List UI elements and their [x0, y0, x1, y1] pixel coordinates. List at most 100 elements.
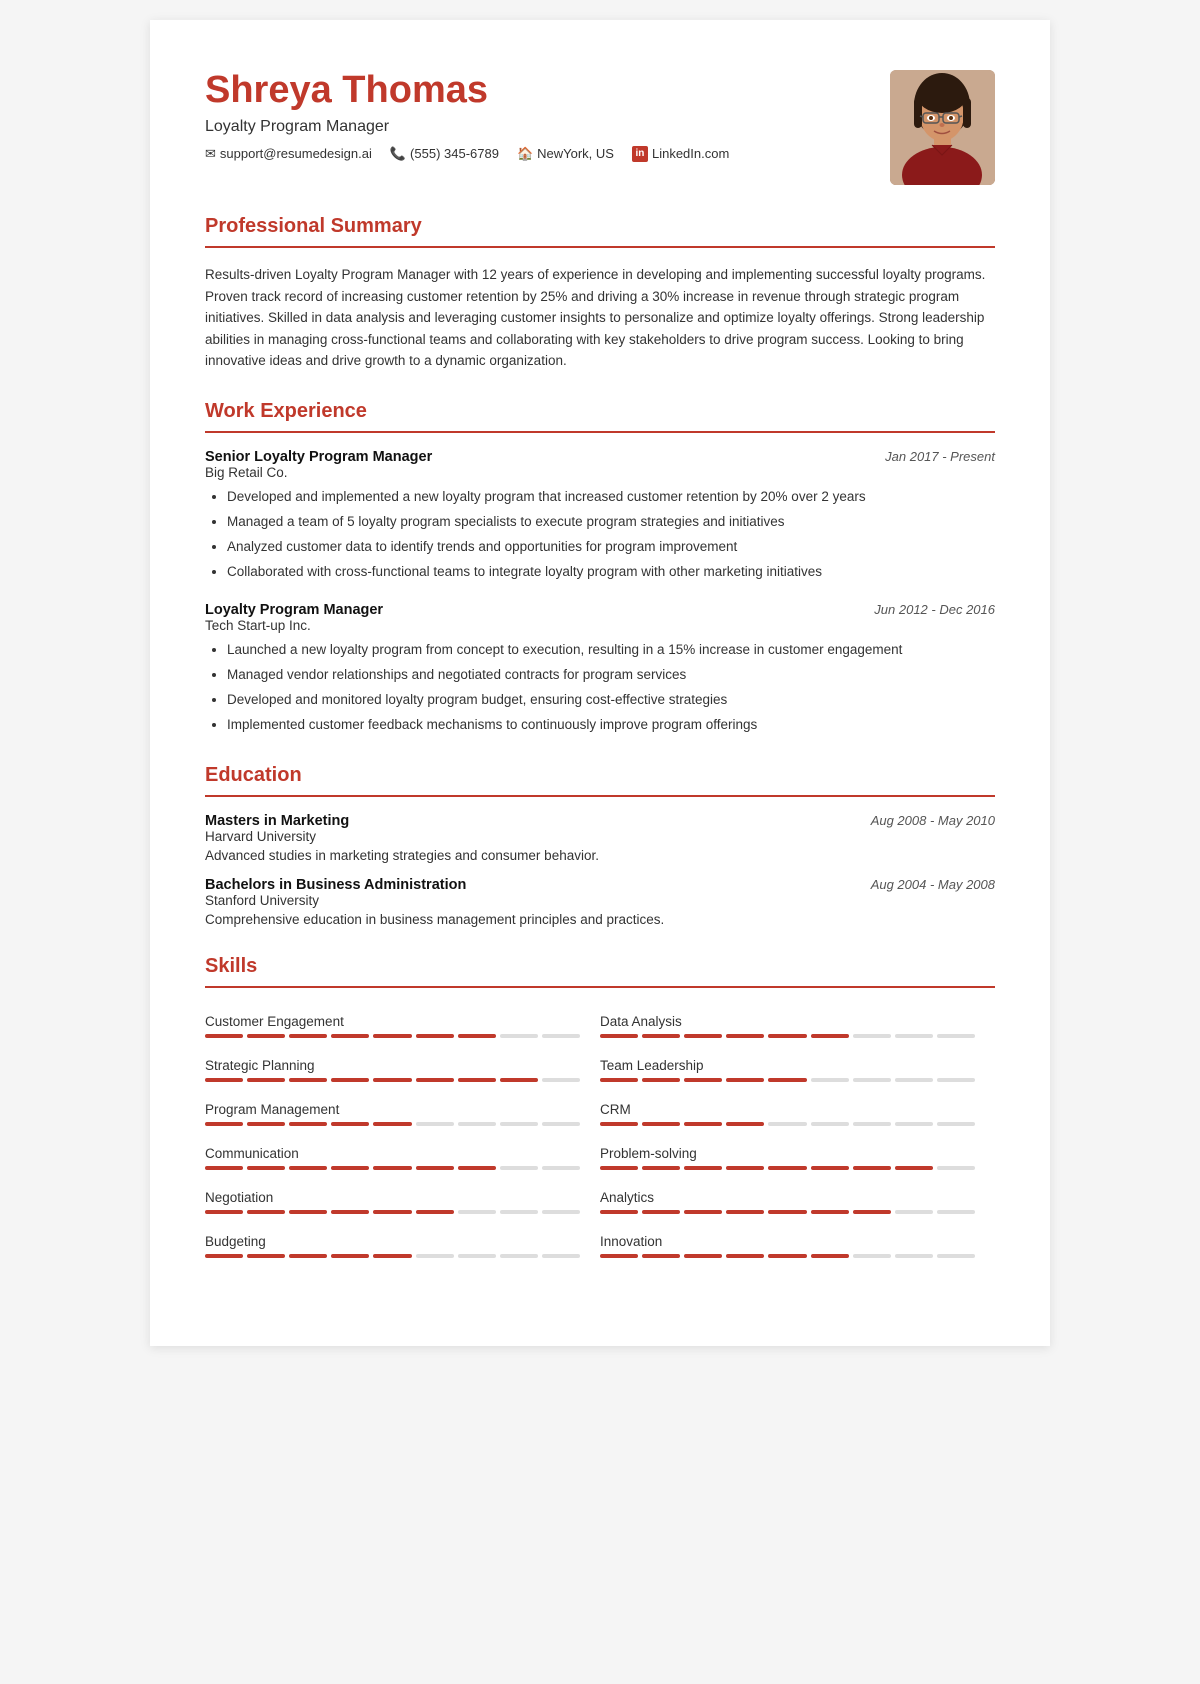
skill-bar-filled: [500, 1078, 538, 1082]
skill-bar: [600, 1034, 975, 1038]
skill-bar-filled: [289, 1078, 327, 1082]
skill-bar-filled: [331, 1078, 369, 1082]
skills-grid: Customer Engagement Strategic Planning Pro…: [205, 1004, 995, 1268]
skill-bar-filled: [289, 1034, 327, 1038]
skill-bar-empty: [853, 1034, 891, 1038]
skill-bar-empty: [458, 1122, 496, 1126]
skill-item: Communication: [205, 1136, 600, 1180]
skill-bar-filled: [373, 1166, 411, 1170]
skill-bar-filled: [458, 1034, 496, 1038]
skill-bar-empty: [937, 1034, 975, 1038]
skill-bar-filled: [373, 1078, 411, 1082]
experience-title: Work Experience: [205, 400, 995, 423]
skill-name: Communication: [205, 1146, 580, 1161]
job-bullet: Developed and implemented a new loyalty …: [227, 486, 995, 509]
edu-header: Bachelors in Business AdministrationAug …: [205, 877, 995, 893]
skill-bar-filled: [642, 1210, 680, 1214]
skill-bar-empty: [937, 1166, 975, 1170]
skill-item: Problem-solving: [600, 1136, 995, 1180]
skill-bar-filled: [373, 1034, 411, 1038]
job-date: Jan 2017 - Present: [885, 449, 995, 464]
skill-bar-filled: [331, 1210, 369, 1214]
skill-bar-filled: [458, 1078, 496, 1082]
job-bullet: Managed vendor relationships and negotia…: [227, 664, 995, 687]
skill-bar-empty: [416, 1122, 454, 1126]
edu-date: Aug 2008 - May 2010: [871, 813, 995, 828]
skill-bar-filled: [600, 1122, 638, 1126]
skill-bar-empty: [895, 1122, 933, 1126]
contact-email: ✉ support@resumedesign.ai: [205, 146, 372, 162]
education-title: Education: [205, 764, 995, 787]
skill-bar-filled: [684, 1166, 722, 1170]
skill-bar-filled: [373, 1210, 411, 1214]
job-header: Loyalty Program ManagerJun 2012 - Dec 20…: [205, 602, 995, 618]
skill-bar-filled: [416, 1078, 454, 1082]
skills-divider: [205, 986, 995, 988]
skill-bar-filled: [642, 1034, 680, 1038]
skill-bar: [205, 1034, 580, 1038]
education-divider: [205, 795, 995, 797]
skill-bar-filled: [768, 1254, 806, 1258]
contact-location: 🏠 NewYork, US: [517, 146, 614, 162]
contact-phone: 📞 (555) 345-6789: [390, 146, 499, 162]
skill-item: Innovation: [600, 1224, 995, 1268]
skill-bar: [600, 1210, 975, 1214]
skill-bar-empty: [937, 1078, 975, 1082]
jobs-list: Senior Loyalty Program ManagerJan 2017 -…: [205, 449, 995, 737]
skill-item: Customer Engagement: [205, 1004, 600, 1048]
skill-item: Budgeting: [205, 1224, 600, 1268]
summary-title: Professional Summary: [205, 215, 995, 238]
skill-name: CRM: [600, 1102, 975, 1117]
skill-item: Program Management: [205, 1092, 600, 1136]
skill-bar-filled: [684, 1034, 722, 1038]
education-section: Education Masters in MarketingAug 2008 -…: [205, 764, 995, 927]
skill-bar-empty: [768, 1122, 806, 1126]
skill-bar-empty: [811, 1078, 849, 1082]
skill-item: Strategic Planning: [205, 1048, 600, 1092]
skills-right-col: Data AnalysisTeam LeadershipCRMProblem-s…: [600, 1004, 995, 1268]
skill-bar-filled: [811, 1254, 849, 1258]
skill-name: Program Management: [205, 1102, 580, 1117]
skill-bar-filled: [600, 1210, 638, 1214]
skill-bar-empty: [500, 1166, 538, 1170]
contact-info: ✉ support@resumedesign.ai 📞 (555) 345-67…: [205, 146, 890, 162]
skill-bar-filled: [726, 1210, 764, 1214]
skill-bar-empty: [542, 1166, 580, 1170]
skill-bar-filled: [642, 1254, 680, 1258]
skill-bar-empty: [458, 1254, 496, 1258]
skill-name: Budgeting: [205, 1234, 580, 1249]
skills-section: Skills Customer EngagementStrategic Plan…: [205, 955, 995, 1268]
skill-bar-filled: [205, 1122, 243, 1126]
skill-bar-empty: [895, 1210, 933, 1214]
skill-item: Team Leadership: [600, 1048, 995, 1092]
skill-bar-filled: [247, 1166, 285, 1170]
skill-bar-empty: [458, 1210, 496, 1214]
skill-bar: [600, 1166, 975, 1170]
skill-bar: [205, 1166, 580, 1170]
edu-degree: Bachelors in Business Administration: [205, 877, 466, 893]
skill-name: Innovation: [600, 1234, 975, 1249]
skill-bar-filled: [726, 1254, 764, 1258]
skill-bar-empty: [542, 1254, 580, 1258]
skill-bar-filled: [600, 1034, 638, 1038]
skill-bar-filled: [600, 1254, 638, 1258]
job-bullet: Managed a team of 5 loyalty program spec…: [227, 511, 995, 534]
job-bullet: Collaborated with cross-functional teams…: [227, 561, 995, 584]
skill-bar-filled: [768, 1034, 806, 1038]
email-icon: ✉: [205, 146, 216, 162]
skill-bar-filled: [247, 1122, 285, 1126]
skill-bar-empty: [542, 1034, 580, 1038]
skill-name: Strategic Planning: [205, 1058, 580, 1073]
skill-bar-empty: [542, 1078, 580, 1082]
job-title: Loyalty Program Manager: [205, 602, 383, 618]
skill-bar-empty: [895, 1254, 933, 1258]
skill-bar-filled: [684, 1254, 722, 1258]
skill-bar: [205, 1254, 580, 1258]
skill-bar-empty: [853, 1078, 891, 1082]
skill-bar-empty: [542, 1122, 580, 1126]
edu-school: Harvard University: [205, 829, 995, 844]
resume-container: Shreya Thomas Loyalty Program Manager ✉ …: [150, 20, 1050, 1346]
skill-bar-filled: [373, 1122, 411, 1126]
skill-bar-filled: [853, 1210, 891, 1214]
candidate-photo: [890, 70, 995, 185]
